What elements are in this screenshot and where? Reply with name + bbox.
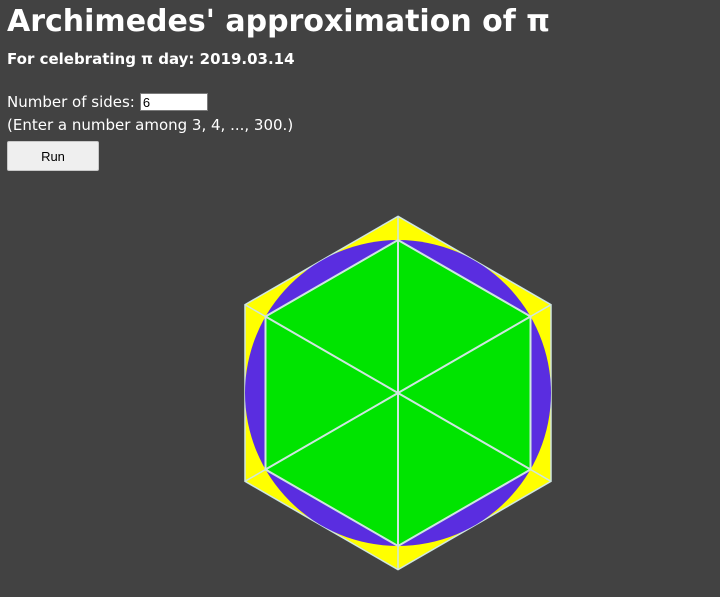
page: Archimedes' approximation of π For celeb… <box>0 0 720 597</box>
approximation-figure <box>244 215 552 571</box>
